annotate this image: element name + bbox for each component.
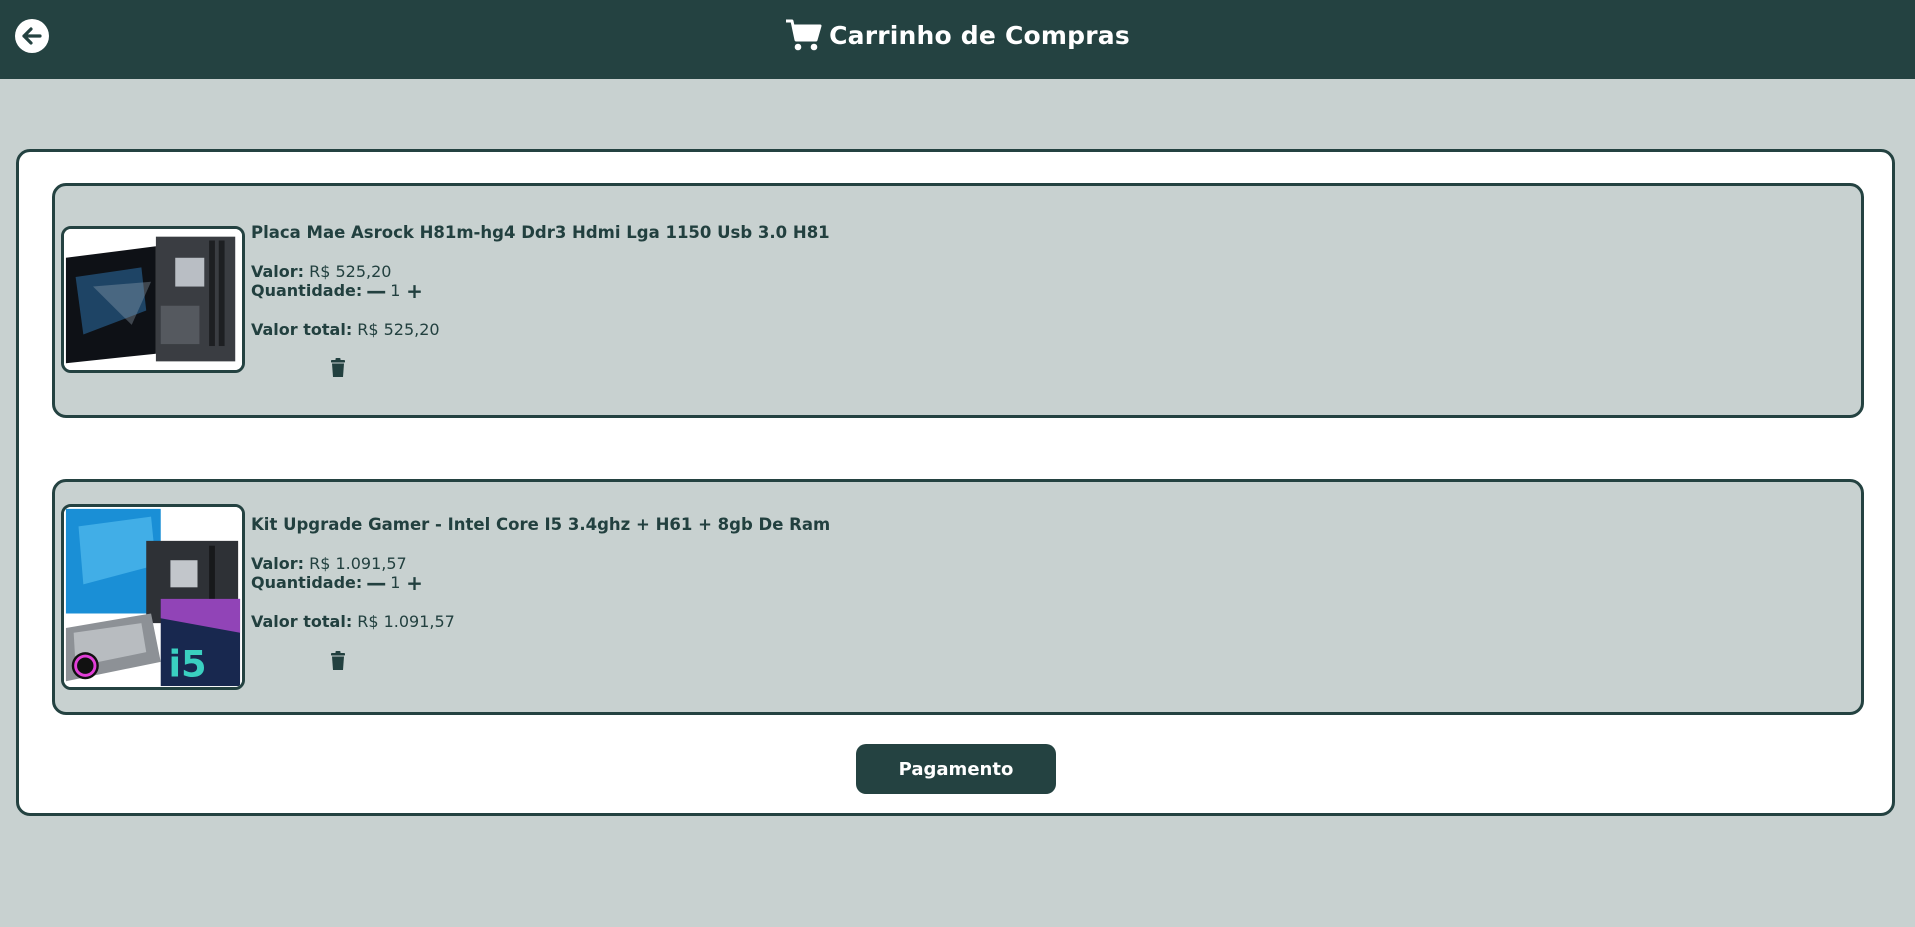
decrement-button[interactable]: — (366, 573, 386, 593)
price-label: Valor: (251, 554, 305, 573)
quantity-label: Quantidade: (251, 281, 363, 300)
price-value: R$ 1.091,57 (309, 554, 407, 573)
total-label: Valor total: (251, 612, 353, 631)
quantity-row: Quantidade: — 1 + (251, 573, 951, 593)
cart-item: Placa Mae Asrock H81m-hg4 Ddr3 Hdmi Lga … (52, 183, 1864, 418)
shopping-cart-icon (786, 19, 822, 51)
payment-button[interactable]: Pagamento (856, 744, 1056, 794)
top-bar: Carrinho de Compras (0, 0, 1915, 79)
quantity-value: 1 (390, 281, 401, 300)
total-value: R$ 525,20 (357, 320, 440, 339)
quantity-value: 1 (390, 573, 401, 592)
price-row: Valor: R$ 525,20 (251, 262, 951, 281)
product-image (61, 226, 245, 373)
svg-text:i5: i5 (168, 642, 206, 685)
increment-button[interactable]: + (405, 573, 423, 593)
decrement-button[interactable]: — (366, 281, 386, 301)
trash-icon[interactable] (330, 358, 346, 378)
total-label: Valor total: (251, 320, 353, 339)
total-row: Valor total: R$ 525,20 (251, 320, 951, 339)
product-name: Placa Mae Asrock H81m-hg4 Ddr3 Hdmi Lga … (251, 223, 830, 242)
cart-container: Placa Mae Asrock H81m-hg4 Ddr3 Hdmi Lga … (16, 149, 1895, 816)
page-title: Carrinho de Compras (829, 20, 1130, 50)
total-row: Valor total: R$ 1.091,57 (251, 612, 951, 631)
item-info: Placa Mae Asrock H81m-hg4 Ddr3 Hdmi Lga … (251, 223, 951, 339)
product-name: Kit Upgrade Gamer - Intel Core I5 3.4ghz… (251, 515, 831, 534)
quantity-row: Quantidade: — 1 + (251, 281, 951, 301)
cart-item: i5 Kit Upgrade Gamer - Intel Core I5 3.4… (52, 479, 1864, 715)
quantity-label: Quantidade: (251, 573, 363, 592)
price-row: Valor: R$ 1.091,57 (251, 554, 951, 573)
product-image: i5 (61, 504, 245, 690)
price-label: Valor: (251, 262, 305, 281)
item-info: Kit Upgrade Gamer - Intel Core I5 3.4ghz… (251, 515, 951, 631)
increment-button[interactable]: + (405, 281, 423, 301)
header-title-group: Carrinho de Compras (0, 0, 1915, 70)
trash-icon[interactable] (330, 651, 346, 671)
total-value: R$ 1.091,57 (357, 612, 455, 631)
